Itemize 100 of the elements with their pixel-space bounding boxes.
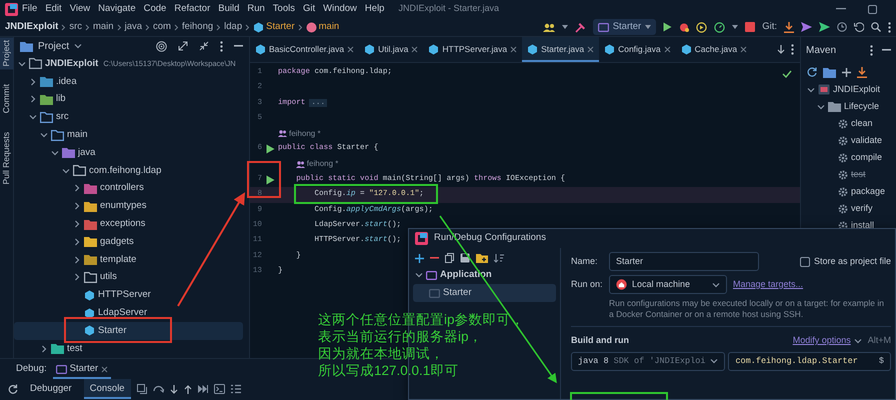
close-icon[interactable] xyxy=(510,46,518,53)
chevron-icon[interactable] xyxy=(62,166,70,175)
download-arrow-icon[interactable] xyxy=(784,22,794,32)
tree-item[interactable]: test xyxy=(851,168,866,182)
chevron-icon[interactable] xyxy=(40,131,48,140)
editor-tab[interactable]: Starter.java xyxy=(522,37,600,62)
close-icon[interactable] xyxy=(411,46,418,53)
tree-item[interactable]: utils xyxy=(14,268,243,286)
coverage-icon[interactable] xyxy=(696,22,708,32)
send-arrow-icon[interactable] xyxy=(801,22,812,32)
breadcrumb-item[interactable]: com xyxy=(153,20,171,34)
close-icon[interactable] xyxy=(587,46,594,53)
tool-window-tab[interactable]: Project xyxy=(0,37,14,70)
collapse-icon[interactable] xyxy=(199,41,209,51)
copy-icon[interactable] xyxy=(445,253,454,263)
more-icon[interactable] xyxy=(888,22,891,32)
tree-item[interactable]: Lifecycle xyxy=(844,100,880,114)
tree-item[interactable]: package xyxy=(851,184,886,198)
run-icon[interactable] xyxy=(266,144,274,154)
run-icon[interactable] xyxy=(266,174,274,185)
more-icon[interactable] xyxy=(791,44,794,55)
clock-icon[interactable] xyxy=(837,22,847,32)
tree-item[interactable]: Starter xyxy=(413,284,556,302)
plus-icon[interactable] xyxy=(842,68,851,76)
close-icon[interactable] xyxy=(664,46,671,53)
tree-item[interactable]: compile xyxy=(851,150,882,164)
run-icon[interactable] xyxy=(663,22,672,32)
gauge-icon[interactable] xyxy=(714,22,726,32)
reload-icon[interactable] xyxy=(807,67,817,77)
minus-icon[interactable] xyxy=(430,257,439,259)
menu-item[interactable]: View xyxy=(66,2,94,16)
breadcrumb-item[interactable]: ldap xyxy=(224,20,242,34)
chevron-icon[interactable] xyxy=(29,95,37,104)
run-configuration-dropdown[interactable]: Starter xyxy=(592,18,656,36)
tree-item[interactable]: template xyxy=(14,250,243,269)
tree-item[interactable]: gadgets xyxy=(14,232,243,251)
search-icon[interactable] xyxy=(871,22,881,32)
jdk-dropdown[interactable]: java 8 SDK of 'JNDIExploi xyxy=(571,352,726,371)
editor-tab[interactable]: BasicController.java xyxy=(250,37,360,62)
caret-icon[interactable] xyxy=(732,25,738,29)
breadcrumb-item[interactable]: java xyxy=(124,20,142,34)
breadcrumb-item[interactable]: main xyxy=(318,20,340,34)
minimize-icon[interactable] xyxy=(836,8,846,10)
curved-arrow-icon[interactable] xyxy=(152,385,164,393)
chevron-icon[interactable] xyxy=(40,344,48,353)
caret-icon[interactable] xyxy=(562,25,568,29)
name-field[interactable]: Starter xyxy=(609,252,759,271)
menu-item[interactable]: Navigate xyxy=(94,2,140,16)
list-icon[interactable] xyxy=(230,384,241,394)
tool-window-tab[interactable]: Pull Requests xyxy=(0,128,14,188)
down-arrow-icon[interactable] xyxy=(170,384,178,394)
terminal-icon[interactable] xyxy=(214,384,225,394)
more-icon[interactable] xyxy=(220,40,223,52)
chevron-icon[interactable] xyxy=(807,86,815,94)
chevron-icon[interactable] xyxy=(29,113,37,122)
debug-tab[interactable]: Debugger xyxy=(24,379,78,399)
menu-item[interactable]: Edit xyxy=(41,2,66,16)
undo-icon[interactable] xyxy=(854,22,864,32)
chevron-icon[interactable] xyxy=(74,42,82,50)
minimize-icon[interactable] xyxy=(234,45,243,47)
menu-item[interactable]: Window xyxy=(319,2,361,16)
tree-item[interactable]: clean xyxy=(851,116,873,130)
fast-forward-icon[interactable] xyxy=(198,385,208,393)
tree-item[interactable]: main xyxy=(14,126,243,144)
tree-item[interactable]: verify xyxy=(851,202,873,216)
run-on-dropdown[interactable]: Local machine xyxy=(609,275,727,294)
tree-item[interactable]: lib xyxy=(14,90,243,108)
breadcrumb-item[interactable]: src xyxy=(69,20,82,34)
menu-item[interactable]: Tools xyxy=(268,2,299,16)
rerun-icon[interactable] xyxy=(8,384,18,394)
menu-item[interactable]: Refactor xyxy=(170,2,214,16)
target-icon[interactable] xyxy=(156,40,167,52)
menu-item[interactable]: Help xyxy=(360,2,388,16)
more-icon[interactable] xyxy=(870,44,873,56)
chevron-icon[interactable] xyxy=(18,60,26,68)
tree-item[interactable]: controllers xyxy=(14,180,243,198)
chevron-icon[interactable] xyxy=(73,184,81,192)
menu-item[interactable]: File xyxy=(18,2,42,16)
tree-item[interactable]: HTTPServer xyxy=(14,286,243,304)
tree-item[interactable]: validate xyxy=(851,134,882,148)
modify-options-link[interactable]: Modify options xyxy=(792,334,862,348)
chevron-icon[interactable] xyxy=(73,220,81,228)
menu-item[interactable]: Code xyxy=(140,2,170,16)
chevron-icon[interactable] xyxy=(73,202,81,210)
minimize-icon[interactable] xyxy=(882,49,891,51)
chevron-icon[interactable] xyxy=(415,271,423,279)
checkbox[interactable] xyxy=(800,256,810,266)
editor-tab[interactable]: Cache.java xyxy=(676,37,752,62)
tool-window-tab[interactable]: Commit xyxy=(0,81,14,117)
frame-icon[interactable] xyxy=(136,384,147,394)
restore-icon[interactable] xyxy=(868,4,877,14)
people-icon[interactable] xyxy=(542,22,555,32)
bug-icon[interactable] xyxy=(679,22,690,32)
breadcrumb-item[interactable]: feihong xyxy=(182,20,214,34)
down-arrow-icon[interactable] xyxy=(777,45,785,54)
breadcrumb-item[interactable]: JNDIExploit xyxy=(5,20,58,34)
chevron-icon[interactable] xyxy=(51,148,59,157)
editor-tab[interactable]: HTTPServer.java xyxy=(423,37,522,62)
download-arrow-icon[interactable] xyxy=(857,66,867,78)
plus-icon[interactable] xyxy=(415,254,424,262)
